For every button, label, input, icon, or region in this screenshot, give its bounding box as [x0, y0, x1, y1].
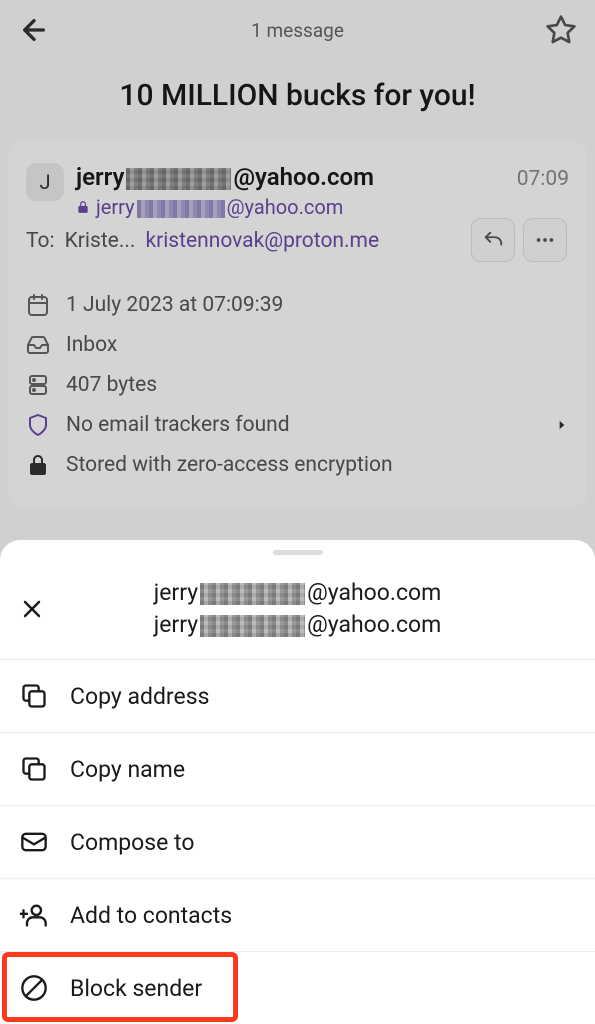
compose-to-item[interactable]: Compose to [0, 805, 595, 878]
sheet-contact-info: jerry@yahoo.com jerry@yahoo.com [68, 577, 527, 641]
redacted-text [200, 583, 305, 605]
copy-name-item[interactable]: Copy name [0, 732, 595, 805]
action-sheet: jerry@yahoo.com jerry@yahoo.com Copy add… [0, 540, 595, 1024]
block-icon [20, 974, 48, 1002]
copy-address-item[interactable]: Copy address [0, 659, 595, 732]
redacted-text [200, 615, 305, 637]
add-contact-icon [20, 901, 48, 929]
copy-icon [20, 682, 48, 710]
block-sender-item[interactable]: Block sender [0, 951, 595, 1024]
sheet-handle[interactable] [273, 550, 323, 555]
envelope-icon [20, 828, 48, 856]
close-icon[interactable] [20, 597, 44, 621]
add-to-contacts-item[interactable]: Add to contacts [0, 878, 595, 951]
copy-icon [20, 755, 48, 783]
